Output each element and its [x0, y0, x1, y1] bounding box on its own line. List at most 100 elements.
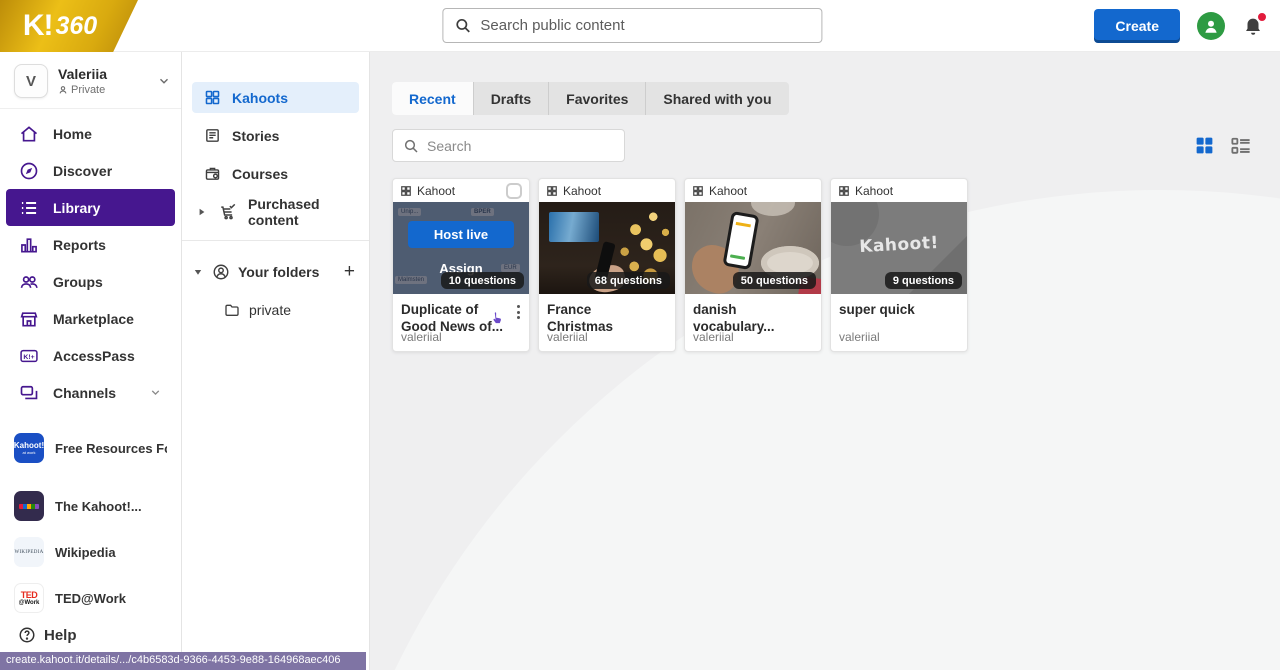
- browser-status-url: create.kahoot.it/details/.../c4b6583d-93…: [0, 652, 366, 670]
- sidebar-item-channels[interactable]: Channels: [6, 374, 175, 411]
- library-sidebar: Kahoots Stories Courses Purchased conten…: [182, 52, 370, 670]
- folder-item-private[interactable]: private: [182, 294, 369, 325]
- kahoot-360-logo[interactable]: K! 360: [0, 0, 138, 52]
- sidebar-item-label: Channels: [53, 385, 116, 401]
- grid-icon: [203, 89, 221, 106]
- library-search-bar[interactable]: [392, 129, 625, 162]
- add-folder-button[interactable]: +: [344, 262, 355, 281]
- kahoot-card-danish-vocabulary[interactable]: Kahoot 50 questions danish vocabulary...…: [684, 178, 822, 352]
- cart-check-icon: [219, 203, 237, 221]
- public-search-bar[interactable]: [442, 8, 822, 43]
- card-menu-button[interactable]: [510, 301, 526, 323]
- grid-view-button[interactable]: [1194, 135, 1215, 156]
- sidebar-item-library[interactable]: Library: [6, 189, 175, 226]
- kahoot-card-grid: Kahoot Unip... BPER EUR Malmsten Host li…: [392, 178, 1280, 352]
- sidebar-item-home[interactable]: Home: [6, 115, 175, 152]
- cover-plate-shape: [751, 202, 795, 216]
- help-label: Help: [44, 627, 77, 644]
- card-title[interactable]: super quick: [839, 301, 949, 318]
- profile-avatar: V: [14, 64, 48, 98]
- library-item-stories[interactable]: Stories: [192, 120, 359, 151]
- tab-drafts[interactable]: Drafts: [473, 82, 548, 115]
- sidebar-item-label: Library: [53, 200, 100, 216]
- kahoot-card-france-christmas[interactable]: Kahoot 68 questions France Christmas val…: [538, 178, 676, 352]
- header-actions: Create: [1094, 0, 1264, 52]
- cover-tv-shape: [549, 212, 599, 242]
- main-content: Recent Drafts Favorites Shared with you: [370, 52, 1280, 670]
- library-search-input[interactable]: [427, 138, 614, 154]
- library-item-purchased-content[interactable]: Purchased content: [192, 196, 359, 227]
- question-count-badge: 68 questions: [587, 272, 670, 289]
- mouse-cursor-icon: [490, 310, 506, 327]
- bar-chart-icon: [19, 235, 39, 255]
- wikipedia-tile-icon: WIKIPEDIA: [14, 537, 44, 567]
- storefront-icon: [19, 309, 39, 329]
- channel-item-the-kahoot[interactable]: The Kahoot!...: [6, 483, 175, 529]
- sidebar-item-marketplace[interactable]: Marketplace: [6, 300, 175, 337]
- main-sidebar: V Valeriia Private Home Discover: [0, 52, 182, 670]
- kahoot-card-super-quick[interactable]: Kahoot Kahoot! 9 questions super quick v…: [830, 178, 968, 352]
- compass-icon: [19, 161, 39, 181]
- caret-right-icon[interactable]: [196, 208, 208, 216]
- profile-switcher[interactable]: V Valeriia Private: [0, 52, 181, 108]
- channel-item-wikipedia[interactable]: WIKIPEDIA Wikipedia: [6, 529, 175, 575]
- card-type-label: Kahoot: [563, 184, 601, 198]
- profile-visibility: Private: [71, 84, 105, 96]
- tab-favorites[interactable]: Favorites: [548, 82, 645, 115]
- card-cover-image[interactable]: 50 questions: [685, 202, 821, 294]
- notifications-button[interactable]: [1242, 14, 1264, 38]
- library-item-label: Stories: [232, 128, 279, 144]
- kahoot-card-duplicate-good-news[interactable]: Kahoot Unip... BPER EUR Malmsten Host li…: [392, 178, 530, 352]
- screens-icon: [19, 383, 39, 403]
- chevron-down-icon: [149, 386, 162, 399]
- your-folders-header[interactable]: Your folders +: [182, 256, 369, 287]
- accesspass-icon: K!+: [19, 346, 39, 366]
- people-icon: [19, 272, 39, 292]
- channel-item-free-resources[interactable]: Kahoot!at work Free Resources For...: [6, 425, 175, 471]
- user-icon: [1202, 17, 1220, 35]
- search-icon: [403, 138, 419, 154]
- host-live-button[interactable]: Host live: [408, 221, 514, 248]
- search-icon: [454, 17, 471, 34]
- library-item-courses[interactable]: Courses: [192, 158, 359, 189]
- tab-recent[interactable]: Recent: [392, 82, 473, 115]
- create-button[interactable]: Create: [1094, 9, 1180, 43]
- your-folders-label: Your folders: [238, 264, 319, 280]
- divider: [182, 240, 369, 241]
- sidebar-item-accesspass[interactable]: K!+ AccessPass: [6, 337, 175, 374]
- caret-down-icon[interactable]: [192, 268, 204, 276]
- library-item-label: Kahoots: [232, 90, 288, 106]
- card-cover-image[interactable]: Kahoot! 9 questions: [831, 202, 967, 294]
- card-type-label: Kahoot: [855, 184, 893, 198]
- main-nav: Home Discover Library Reports Groups: [0, 115, 181, 411]
- public-search-input[interactable]: [480, 17, 810, 34]
- card-checkbox[interactable]: [506, 183, 522, 199]
- folder-name: private: [249, 302, 291, 318]
- chevron-down-icon[interactable]: [157, 74, 171, 88]
- list-view-button[interactable]: [1230, 136, 1252, 156]
- account-avatar-button[interactable]: [1197, 12, 1225, 40]
- channel-name: TED@Work: [55, 591, 126, 606]
- svg-text:K!+: K!+: [23, 353, 34, 360]
- question-count-badge: 50 questions: [733, 272, 816, 289]
- card-author: valeriial: [401, 330, 442, 344]
- card-type-label: Kahoot: [709, 184, 747, 198]
- sidebar-item-groups[interactable]: Groups: [6, 263, 175, 300]
- person-small-icon: [58, 85, 68, 95]
- channel-item-ted-at-work[interactable]: TED@Work TED@Work: [6, 575, 175, 621]
- card-author: valeriial: [693, 330, 734, 344]
- profile-info: Valeriia Private: [58, 66, 147, 96]
- kahoot-type-icon: [546, 185, 558, 197]
- tab-shared-with-you[interactable]: Shared with you: [645, 82, 788, 115]
- help-icon: [18, 626, 36, 644]
- card-cover-image[interactable]: 68 questions: [539, 202, 675, 294]
- top-header: K! 360 Create: [0, 0, 1280, 52]
- logo-k-text: K!: [23, 9, 53, 43]
- library-item-kahoots[interactable]: Kahoots: [192, 82, 359, 113]
- sidebar-item-discover[interactable]: Discover: [6, 152, 175, 189]
- logo-360-text: 360: [55, 12, 97, 41]
- card-cover-image[interactable]: Unip... BPER EUR Malmsten Host live Assi…: [393, 202, 529, 294]
- card-type-label: Kahoot: [417, 184, 455, 198]
- sidebar-item-reports[interactable]: Reports: [6, 226, 175, 263]
- sidebar-item-label: Reports: [53, 237, 106, 253]
